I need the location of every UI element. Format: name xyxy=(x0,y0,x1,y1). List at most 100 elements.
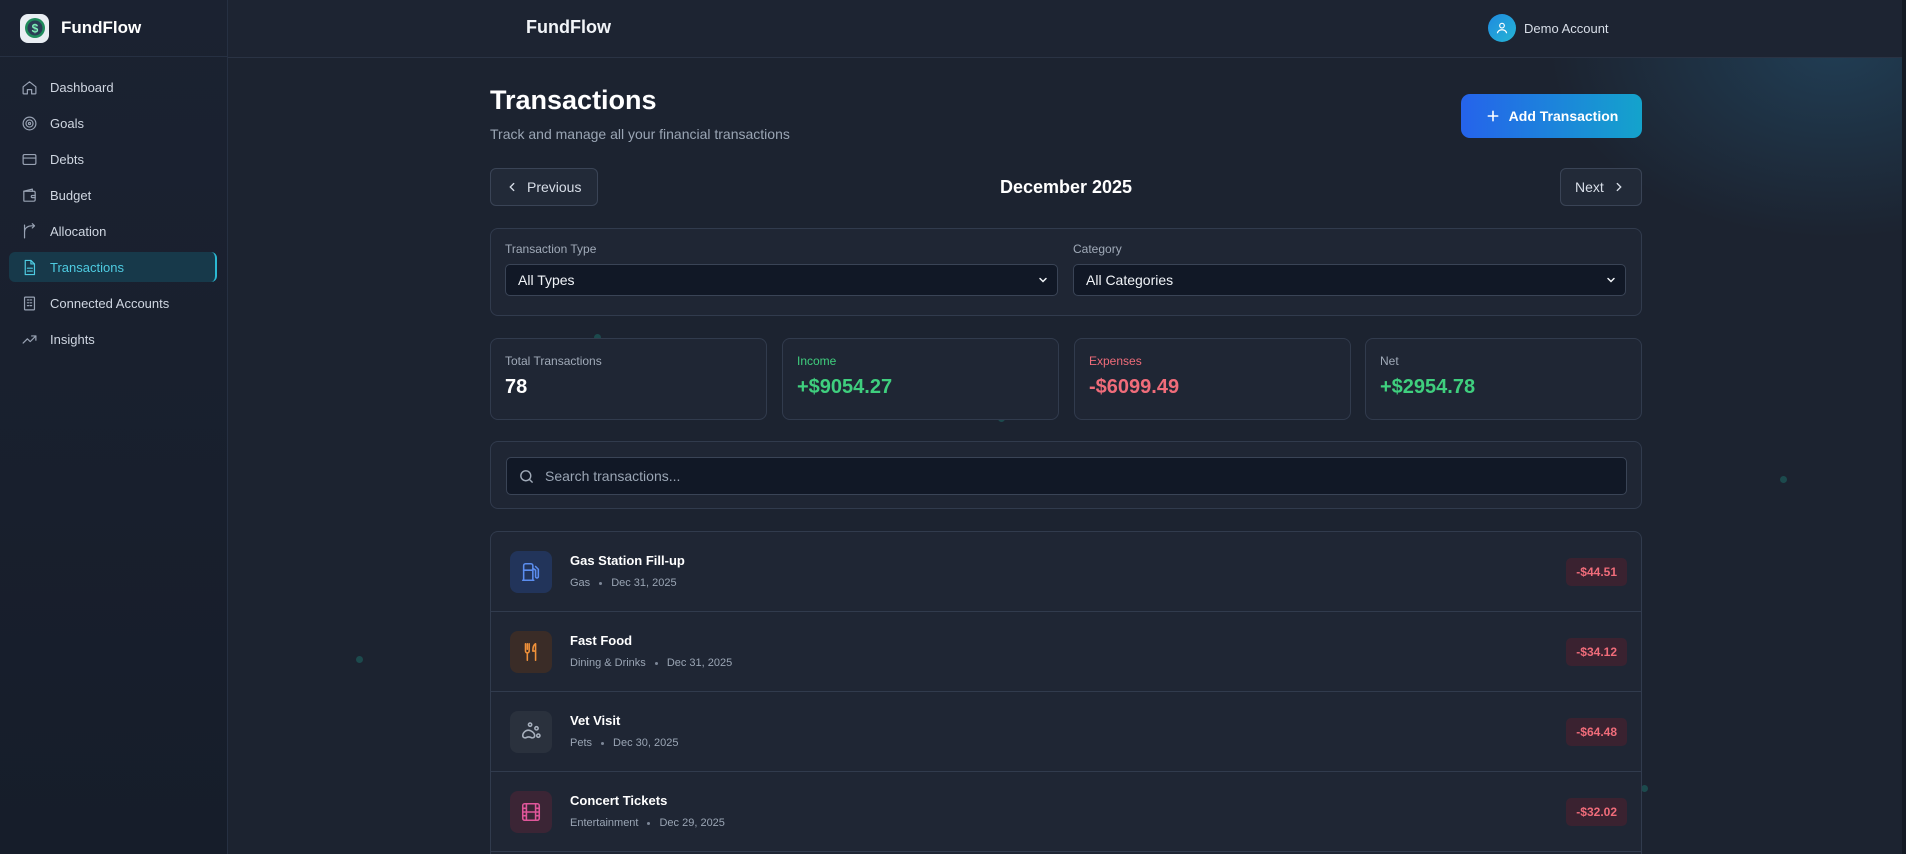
utensils-icon xyxy=(510,631,552,673)
avatar xyxy=(1488,14,1516,42)
summary-stats: Total Transactions 78 Income +$9054.27 E… xyxy=(490,338,1642,420)
transaction-category: Entertainment xyxy=(570,817,639,829)
transaction-row[interactable]: Vet Visit Pets Dec 30, 2025 -$64.48 xyxy=(491,692,1641,772)
chevron-right-icon xyxy=(1616,182,1622,192)
transaction-name: Gas Station Fill-up xyxy=(570,553,685,568)
chevron-down-icon xyxy=(1607,277,1615,283)
transaction-date: Dec 30, 2025 xyxy=(613,737,679,749)
transaction-amount: -$34.12 xyxy=(1566,638,1627,666)
transaction-row[interactable]: Fast Food Dining & Drinks Dec 31, 2025 -… xyxy=(491,612,1641,692)
transaction-type-select[interactable]: All Types xyxy=(505,264,1058,296)
category-select[interactable]: All Categories xyxy=(1073,264,1626,296)
brand-name: FundFlow xyxy=(61,18,142,37)
transaction-name: Vet Visit xyxy=(570,713,621,728)
separator-dot xyxy=(599,581,603,585)
category-label: Category xyxy=(1073,242,1122,256)
transaction-row[interactable]: Gas Station Fill-up Gas Dec 31, 2025 -$4… xyxy=(491,532,1641,612)
transaction-type-value: All Types xyxy=(518,272,575,288)
sidebar-item-goals[interactable]: Goals xyxy=(9,108,217,138)
page-title: Transactions xyxy=(490,85,657,115)
transaction-name: Concert Tickets xyxy=(570,793,668,808)
trending-up-icon xyxy=(22,334,37,344)
transaction-amount: -$44.51 xyxy=(1566,558,1627,586)
search-icon xyxy=(520,469,533,483)
next-month-button[interactable]: Next xyxy=(1560,168,1642,206)
transaction-category: Dining & Drinks xyxy=(570,657,646,669)
category-filter: Category All Categories xyxy=(1073,242,1626,296)
search-box[interactable] xyxy=(506,457,1627,495)
stat-value: +$2954.78 xyxy=(1380,376,1476,398)
account-menu[interactable]: Demo Account xyxy=(1488,14,1609,42)
sidebar-item-budget[interactable]: Budget xyxy=(9,180,217,210)
transaction-type-filter: Transaction Type All Types xyxy=(505,242,1058,296)
separator-dot xyxy=(601,741,605,745)
next-label: Next xyxy=(1575,179,1604,195)
net-card: Net +$2954.78 xyxy=(1365,338,1642,420)
header-title: FundFlow xyxy=(526,17,611,37)
sidebar-item-connected-accounts[interactable]: Connected Accounts xyxy=(9,288,217,318)
transaction-date: Dec 31, 2025 xyxy=(611,577,677,589)
stat-label: Expenses xyxy=(1089,354,1142,368)
total-transactions-card: Total Transactions 78 xyxy=(490,338,767,420)
wallet-icon xyxy=(23,188,36,202)
background-dot xyxy=(1780,476,1787,483)
sidebar-nav: Dashboard Goals Debts Budget Allocation … xyxy=(0,57,227,354)
search-panel xyxy=(490,441,1642,509)
transaction-date: Dec 29, 2025 xyxy=(659,817,725,829)
transaction-category: Pets xyxy=(570,737,593,749)
credit-card-icon xyxy=(22,153,37,165)
stat-value: +$9054.27 xyxy=(797,376,893,398)
transaction-list: Gas Station Fill-up Gas Dec 31, 2025 -$4… xyxy=(490,531,1642,854)
home-icon xyxy=(22,80,37,94)
transaction-amount: -$64.48 xyxy=(1566,718,1627,746)
transaction-meta: Dining & Drinks Dec 31, 2025 xyxy=(570,657,732,669)
scrollbar[interactable] xyxy=(1902,0,1906,854)
category-value: All Categories xyxy=(1086,272,1174,288)
film-icon xyxy=(510,791,552,833)
stat-value: 78 xyxy=(505,376,528,398)
logo-icon: $ xyxy=(20,13,49,43)
account-name: Demo Account xyxy=(1524,20,1609,36)
stat-value: -$6099.49 xyxy=(1089,376,1180,398)
background-dot xyxy=(356,656,363,663)
stat-label: Income xyxy=(797,354,837,368)
transaction-category: Gas xyxy=(570,577,591,589)
sidebar-item-dashboard[interactable]: Dashboard xyxy=(9,72,217,102)
transaction-meta: Gas Dec 31, 2025 xyxy=(570,577,677,589)
income-card: Income +$9054.27 xyxy=(782,338,1059,420)
transaction-row[interactable]: Concert Tickets Entertainment Dec 29, 20… xyxy=(491,772,1641,852)
plus-icon xyxy=(1487,110,1499,122)
month-navigator: Previous December 2025 Next xyxy=(490,168,1642,206)
sidebar-item-transactions[interactable]: Transactions xyxy=(9,252,217,282)
bank-icon xyxy=(23,296,36,310)
separator-dot xyxy=(654,661,658,665)
stat-label: Total Transactions xyxy=(505,354,602,368)
user-icon xyxy=(1496,22,1508,34)
transaction-type-label: Transaction Type xyxy=(505,242,597,256)
sidebar-item-label: Allocation xyxy=(50,223,107,239)
transaction-meta: Pets Dec 30, 2025 xyxy=(570,737,678,749)
top-header: FundFlow Demo Account xyxy=(228,0,1906,58)
background-dot xyxy=(1641,785,1648,792)
document-icon xyxy=(24,259,36,275)
search-input[interactable] xyxy=(545,468,1605,484)
svg-text:$: $ xyxy=(31,22,38,36)
sidebar-item-label: Transactions xyxy=(50,259,124,275)
filters-panel: Transaction Type All Types Category All … xyxy=(490,228,1642,316)
transaction-meta: Entertainment Dec 29, 2025 xyxy=(570,817,725,829)
sidebar-item-allocation[interactable]: Allocation xyxy=(9,216,217,246)
sidebar-item-label: Connected Accounts xyxy=(50,295,170,311)
split-icon xyxy=(23,222,36,238)
transaction-amount: -$32.02 xyxy=(1566,798,1627,826)
fuel-icon xyxy=(510,551,552,593)
add-transaction-button[interactable]: Add Transaction xyxy=(1461,94,1642,138)
sidebar-item-label: Debts xyxy=(50,151,84,167)
add-transaction-label: Add Transaction xyxy=(1508,108,1619,124)
sidebar-item-label: Goals xyxy=(50,115,84,131)
separator-dot xyxy=(647,821,651,825)
sidebar-item-insights[interactable]: Insights xyxy=(9,324,217,354)
current-month: December 2025 xyxy=(999,177,1133,197)
brand[interactable]: $ FundFlow xyxy=(0,0,227,57)
sidebar-item-debts[interactable]: Debts xyxy=(9,144,217,174)
paw-icon xyxy=(510,711,552,753)
